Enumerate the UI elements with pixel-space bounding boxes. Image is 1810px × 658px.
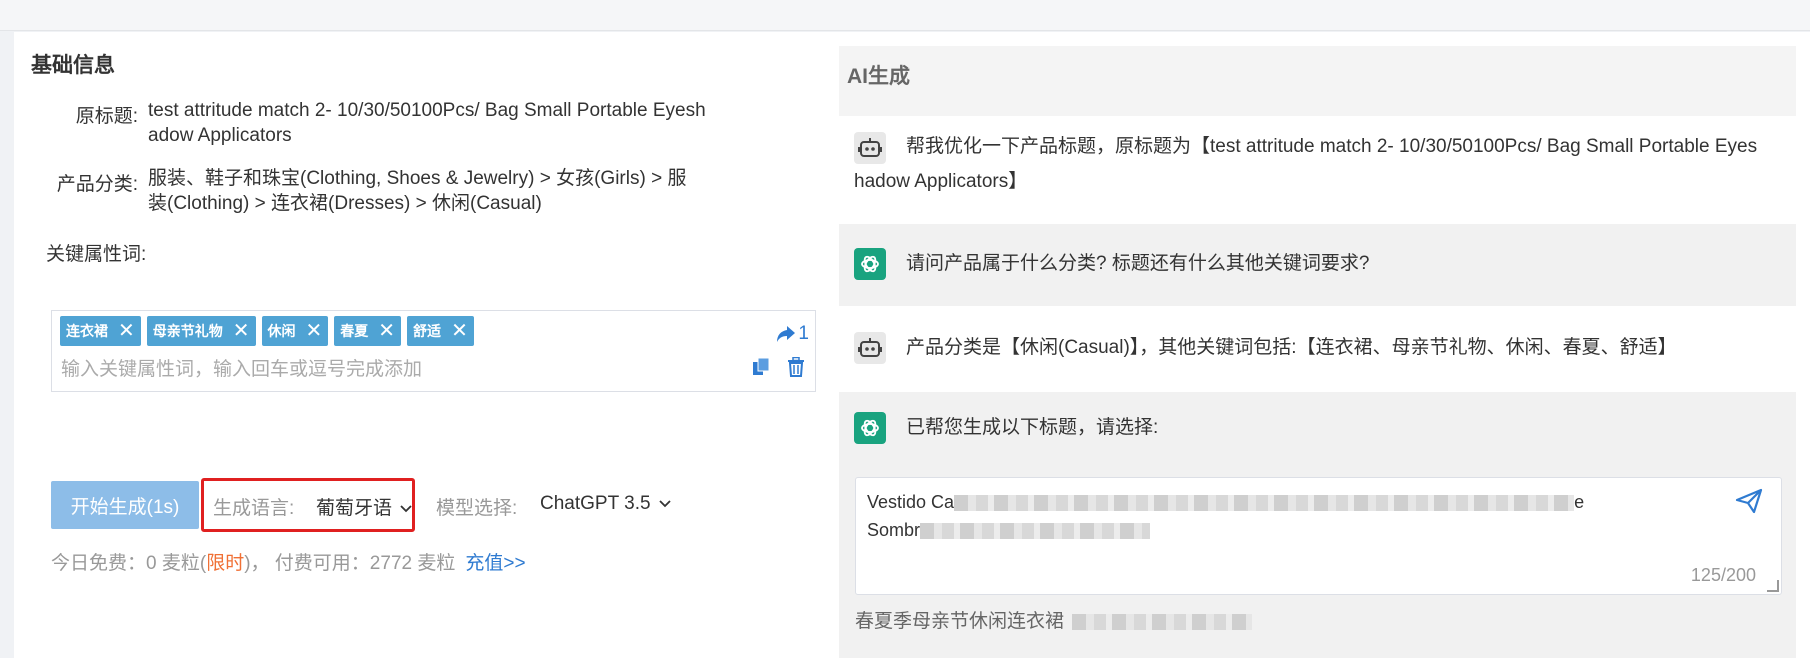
- tag-label: 母亲节礼物: [152, 323, 223, 339]
- message-text: 产品分类是【休闲(Casual)】，其他关键词包括:【连衣裙、母亲节礼物、休闲、…: [906, 337, 1677, 358]
- section-title-basic: 基础信息: [31, 54, 115, 77]
- keyword-tag: 春夏 ✕: [334, 316, 402, 346]
- model-value: ChatGPT 3.5: [540, 493, 651, 514]
- close-icon[interactable]: ✕: [378, 321, 395, 341]
- copy-icon[interactable]: [751, 357, 771, 382]
- language-value: 葡萄牙语: [316, 498, 393, 519]
- message-text: 已帮您生成以下标题，请选择:: [906, 417, 1159, 438]
- message-text: 帮我优化一下产品标题，原标题为【test attritude match 2- …: [906, 136, 1758, 157]
- blurred-text: [920, 523, 1151, 540]
- category-value: 服装、鞋子和珠宝(Clothing, Shoes & Jewelry) > 女孩…: [148, 168, 687, 214]
- tag-label: 连衣裙: [66, 323, 108, 339]
- section-title-ai: AI生成: [847, 65, 910, 88]
- keyword-tags: 连衣裙 ✕ 母亲节礼物 ✕ 休闲 ✕ 春夏 ✕ 舒适 ✕: [60, 316, 474, 346]
- model-select[interactable]: ChatGPT 3.5: [540, 493, 671, 515]
- trash-icon[interactable]: [787, 356, 805, 382]
- quota-info: 今日免费：0 麦粒(限时)， 付费可用：2772 麦粒 充值>>: [51, 548, 526, 575]
- blurred-text: [1072, 613, 1253, 630]
- top-bar: [0, 0, 1810, 31]
- keywords-placeholder: 输入关键属性词，输入回车或逗号完成添加: [61, 359, 423, 380]
- result-text-start: Vestido Ca: [867, 492, 955, 512]
- keyword-tag: 舒适 ✕: [407, 316, 474, 346]
- result-text-line2: Sombr: [867, 520, 921, 540]
- close-icon[interactable]: ✕: [233, 321, 250, 341]
- keywords-input-box[interactable]: 连衣裙 ✕ 母亲节礼物 ✕ 休闲 ✕ 春夏 ✕ 舒适 ✕ 1 输入关键属性词，输入回车或逗…: [51, 310, 816, 392]
- recharge-link[interactable]: 充值>>: [465, 553, 525, 574]
- robot-icon: [854, 132, 886, 164]
- generated-title-option-2[interactable]: 春夏季母亲节休闲连衣裙: [855, 606, 1253, 633]
- chatgpt-icon: [854, 248, 886, 280]
- generated-title-text: Vestido Ca e Sombr: [867, 488, 1707, 544]
- model-label: 模型选择:: [436, 498, 518, 519]
- share-button[interactable]: 1: [776, 323, 809, 345]
- start-generate-button[interactable]: 开始生成(1s): [51, 481, 199, 529]
- chevron-down-icon: [400, 505, 412, 513]
- generated-title-option[interactable]: Vestido Ca e Sombr 125/200: [855, 477, 1782, 595]
- keyword-tag: 连衣裙 ✕: [60, 316, 141, 346]
- category-label: 产品分类:: [56, 174, 138, 195]
- message-text: 请问产品属于什么分类? 标题还有什么其他关键词要求?: [906, 253, 1370, 274]
- close-icon[interactable]: ✕: [451, 321, 468, 341]
- keyword-tag: 母亲节礼物 ✕: [146, 316, 256, 346]
- chatgpt-icon: [854, 412, 886, 444]
- tag-label: 舒适: [413, 323, 442, 339]
- quota-paid: )， 付费可用：2772 麦粒: [244, 553, 456, 574]
- chevron-down-icon: [658, 500, 671, 508]
- result2-text-start: 春夏季母亲节休闲连衣裙: [855, 611, 1065, 632]
- resize-handle[interactable]: [1767, 580, 1779, 592]
- result-text-tail: e: [1574, 492, 1585, 512]
- keyword-tag: 休闲 ✕: [261, 316, 329, 346]
- robot-icon: [854, 332, 886, 364]
- message-text-cont: hadow Applicators】: [854, 171, 1028, 192]
- tag-label: 休闲: [267, 323, 296, 339]
- close-icon[interactable]: ✕: [306, 321, 323, 341]
- tag-label: 春夏: [340, 323, 369, 339]
- original-title-value: test attritude match 2- 10/30/50100Pcs/ …: [148, 100, 706, 146]
- keywords-label: 关键属性词:: [46, 244, 147, 265]
- close-icon[interactable]: ✕: [118, 321, 135, 341]
- chat-message-assistant: 请问产品属于什么分类? 标题还有什么其他关键词要求?: [839, 224, 1796, 306]
- original-title-label: 原标题:: [75, 106, 138, 127]
- chat-message-user: 产品分类是【休闲(Casual)】，其他关键词包括:【连衣裙、母亲节礼物、休闲、…: [839, 306, 1796, 392]
- blurred-text: [954, 495, 1575, 512]
- language-select[interactable]: 葡萄牙语: [316, 493, 412, 520]
- quota-free: 今日免费：0 麦粒(: [51, 553, 207, 574]
- language-label: 生成语言:: [213, 498, 295, 519]
- send-icon[interactable]: [1735, 488, 1763, 519]
- share-icon: [777, 326, 796, 342]
- chat-message-user: 帮我优化一下产品标题，原标题为【test attritude match 2- …: [839, 116, 1796, 224]
- share-count: 1: [798, 323, 809, 344]
- char-counter: 125/200: [1690, 565, 1756, 585]
- quota-limited: 限时: [206, 553, 245, 574]
